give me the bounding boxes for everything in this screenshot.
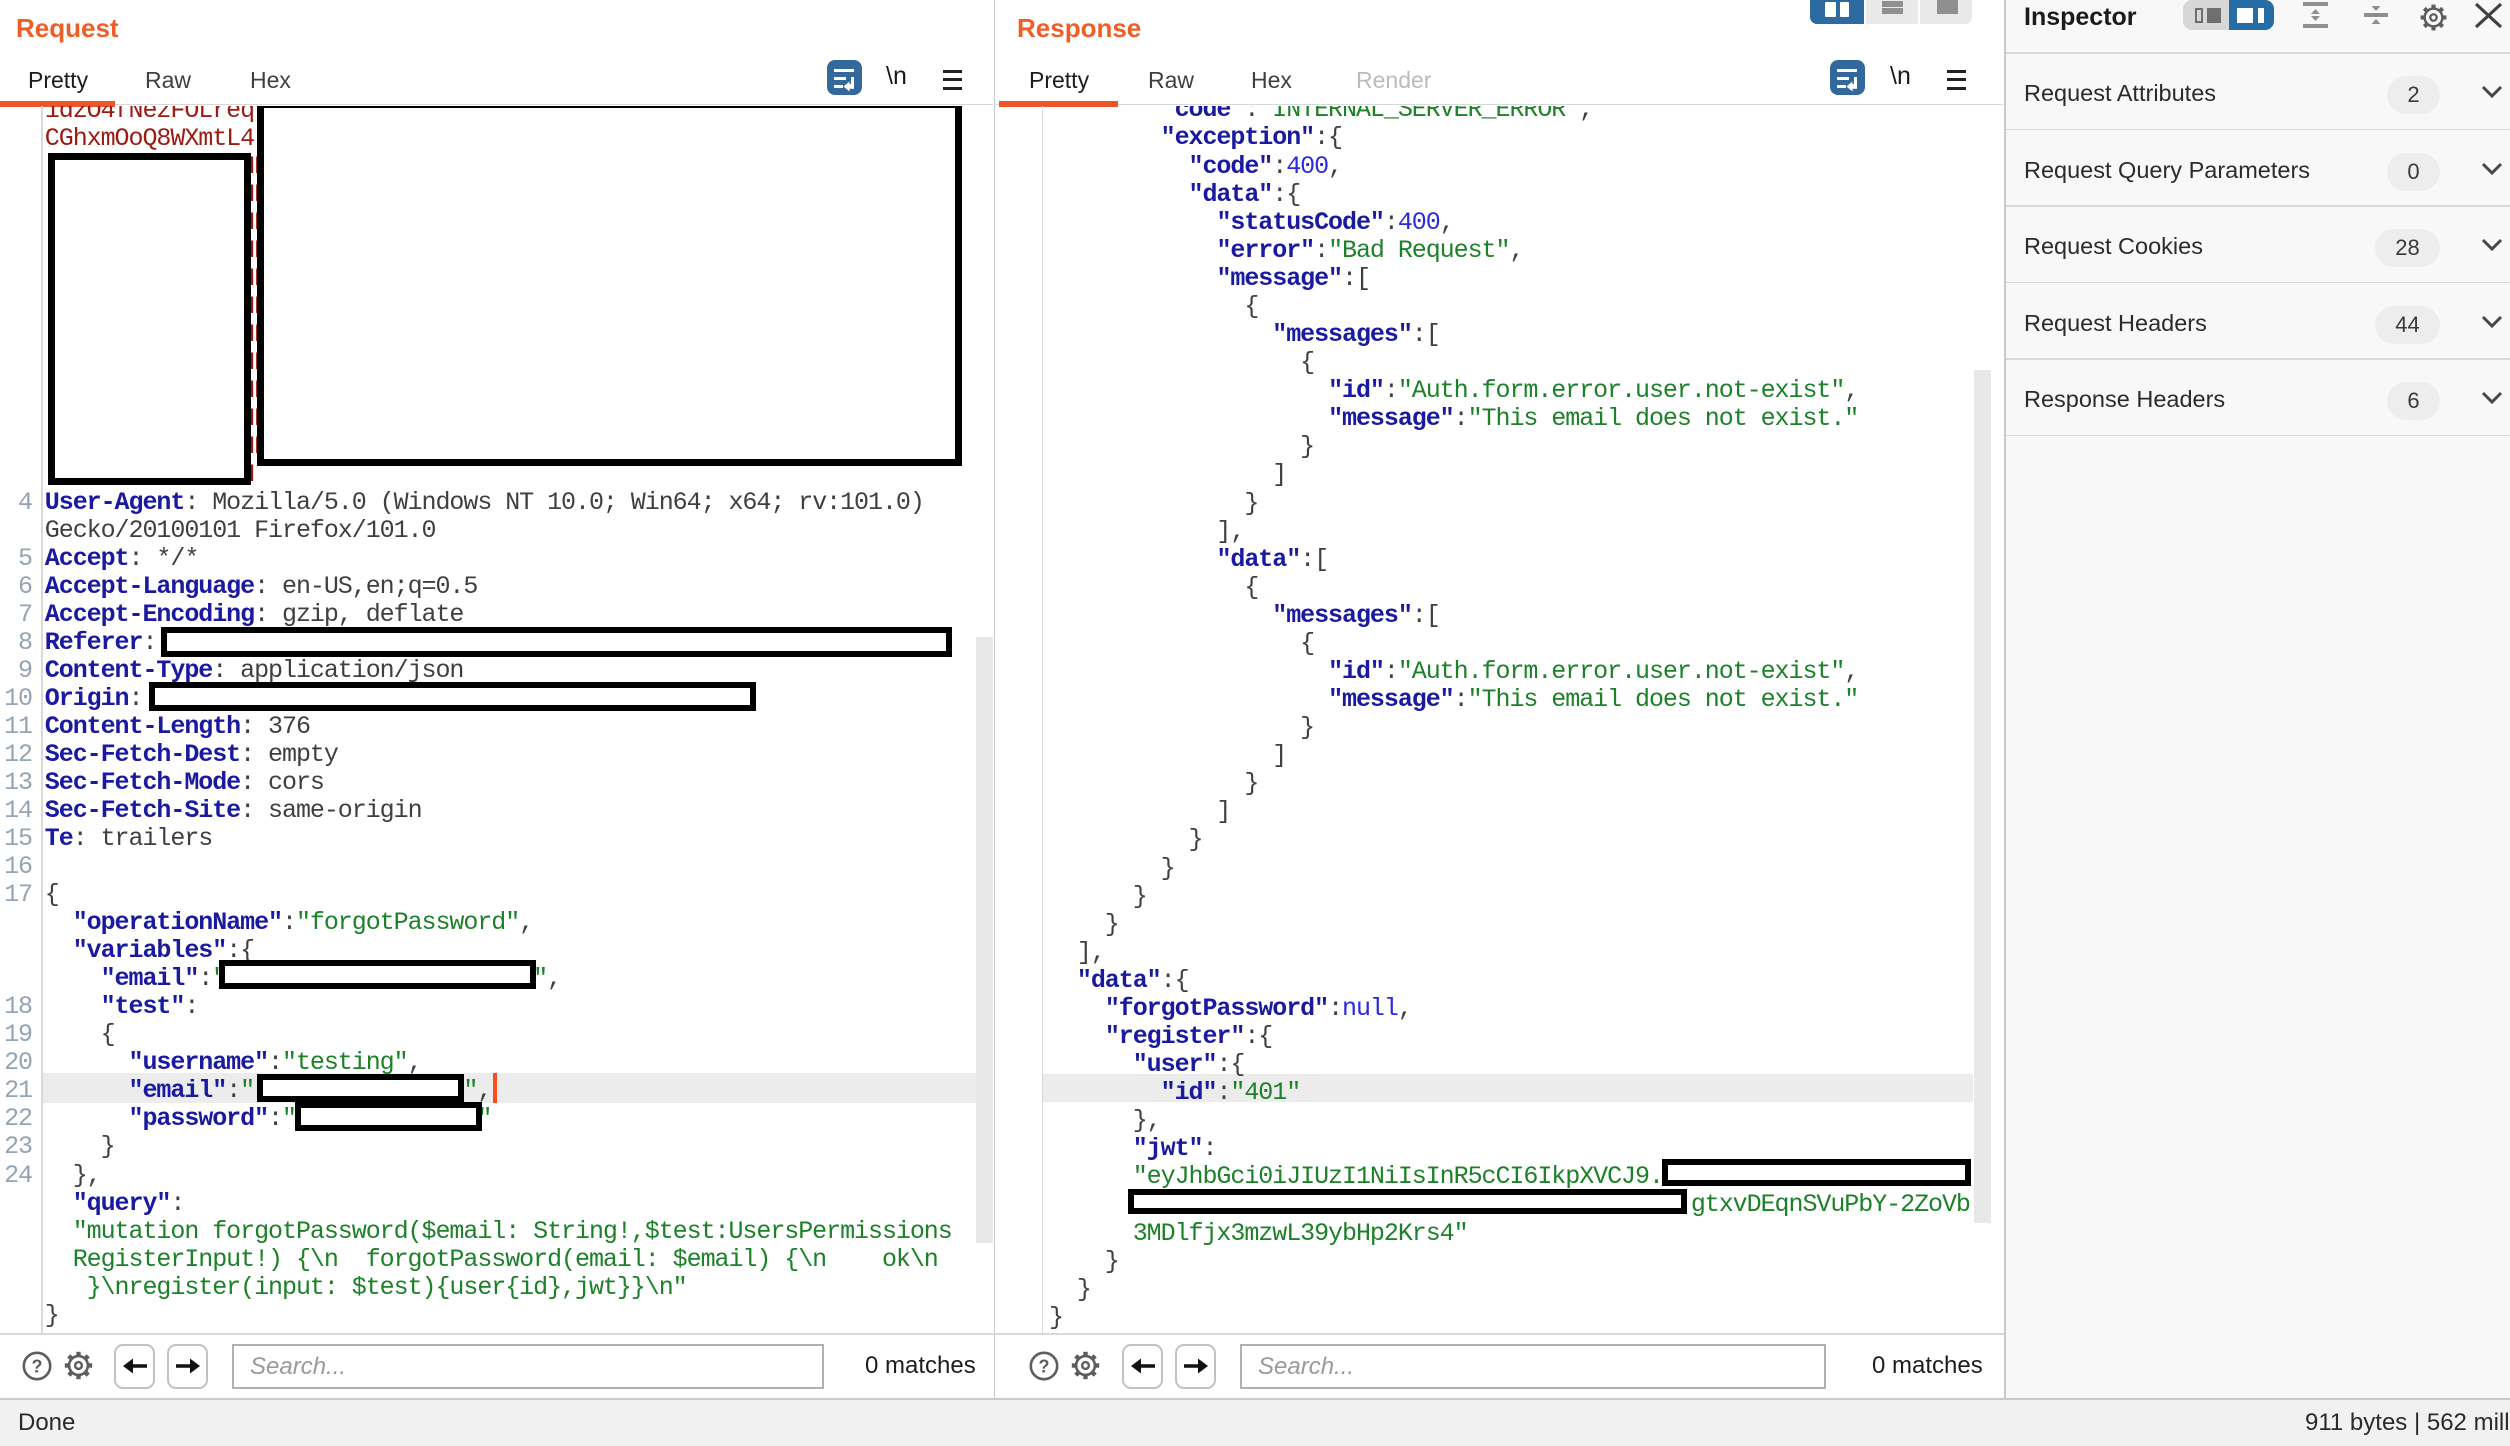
svg-text:?: ? bbox=[32, 1357, 43, 1377]
svg-text:?: ? bbox=[1039, 1357, 1050, 1377]
